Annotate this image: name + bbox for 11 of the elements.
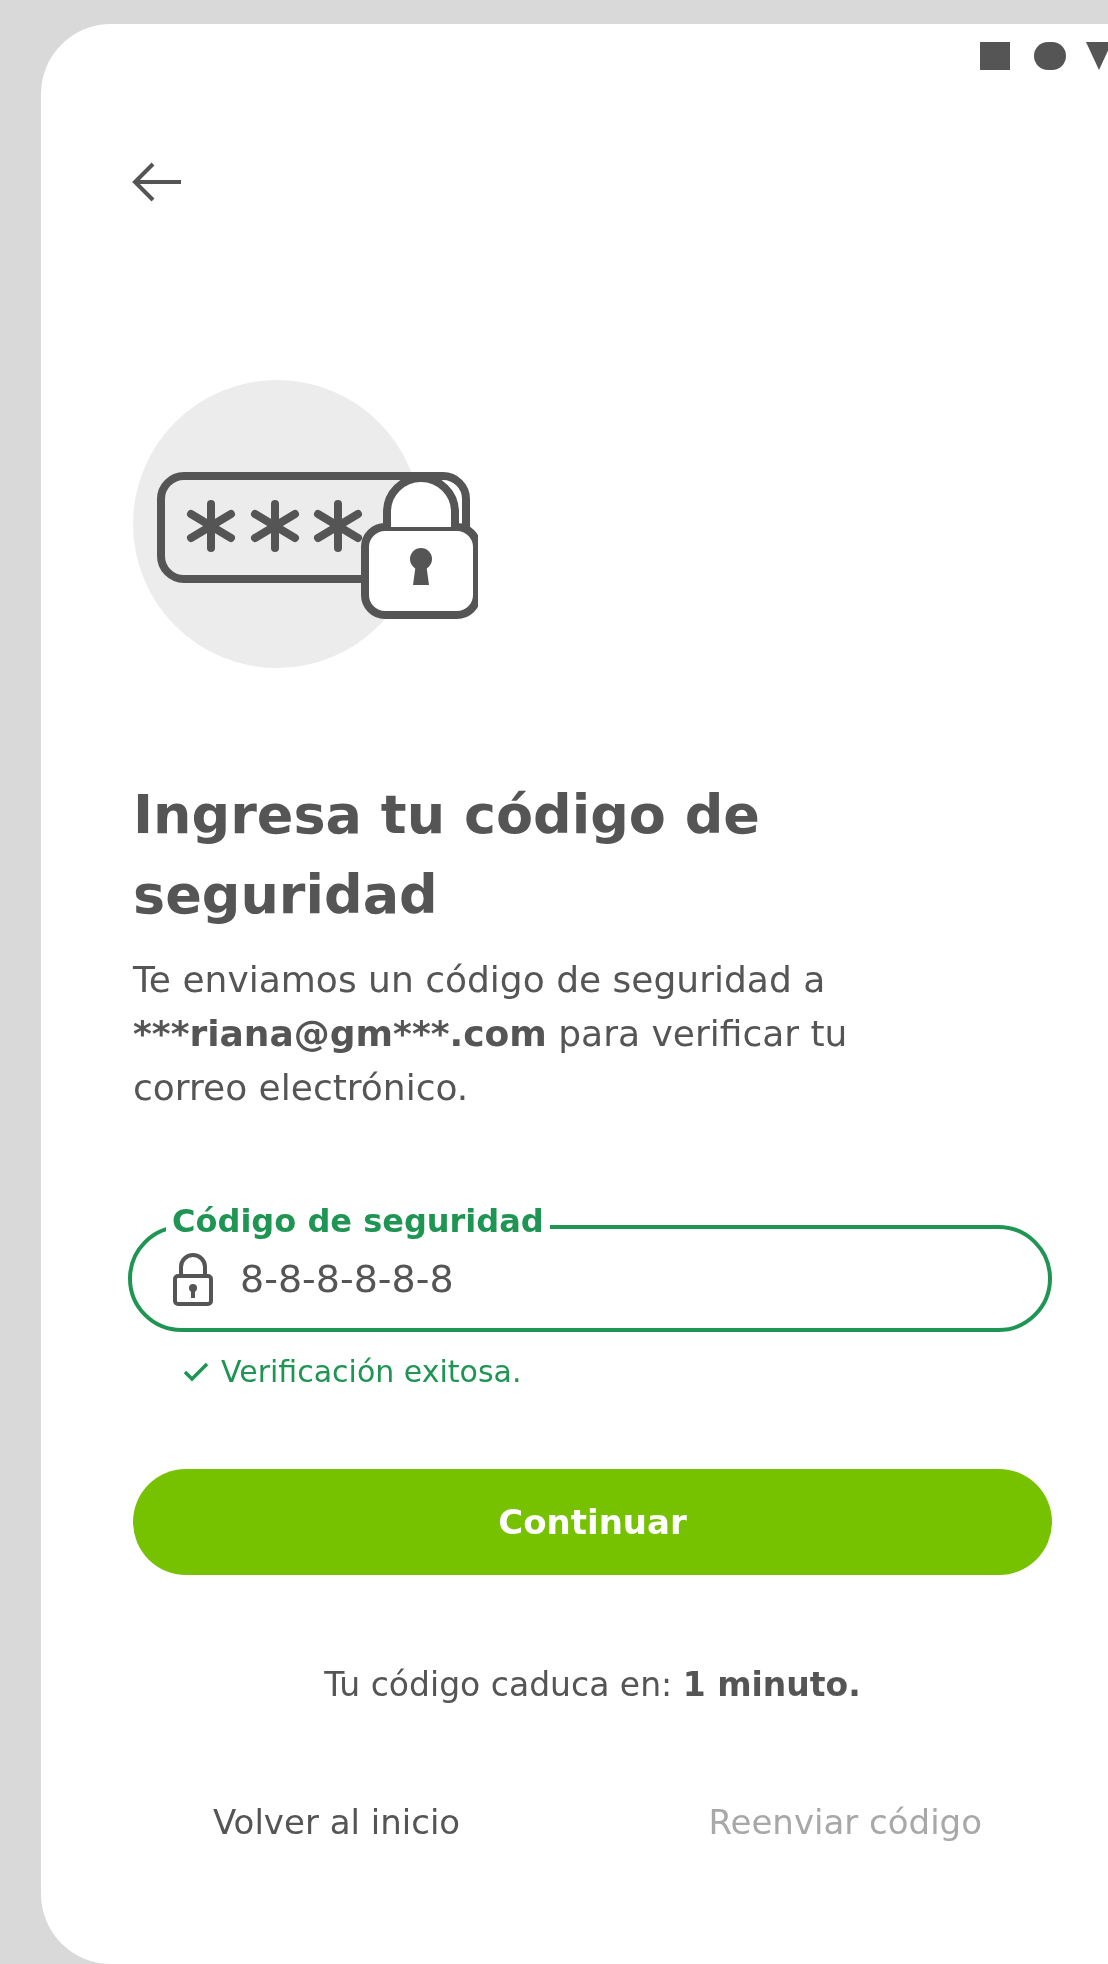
back-arrow-icon — [131, 160, 183, 204]
expiry-text: Tu código caduca en: 1 minuto. — [323, 1665, 862, 1704]
check-icon — [183, 1361, 209, 1382]
square-icon — [980, 42, 1010, 70]
description-text: Te enviamos un código de seguridad a ***riana@gm***.com para verificar tu correo electrónico. — [133, 958, 849, 1110]
triangle-icon — [1086, 42, 1108, 70]
code-input[interactable]: 8-8-8-8-8-8 — [240, 1256, 1008, 1301]
text-link[interactable]: Volver al inicio — [213, 1802, 461, 1842]
lock-icon — [172, 1251, 214, 1306]
page-title: Ingresa tu código de seguridad — [133, 782, 761, 928]
validation-message: Verificación exitosa. — [221, 1354, 522, 1389]
